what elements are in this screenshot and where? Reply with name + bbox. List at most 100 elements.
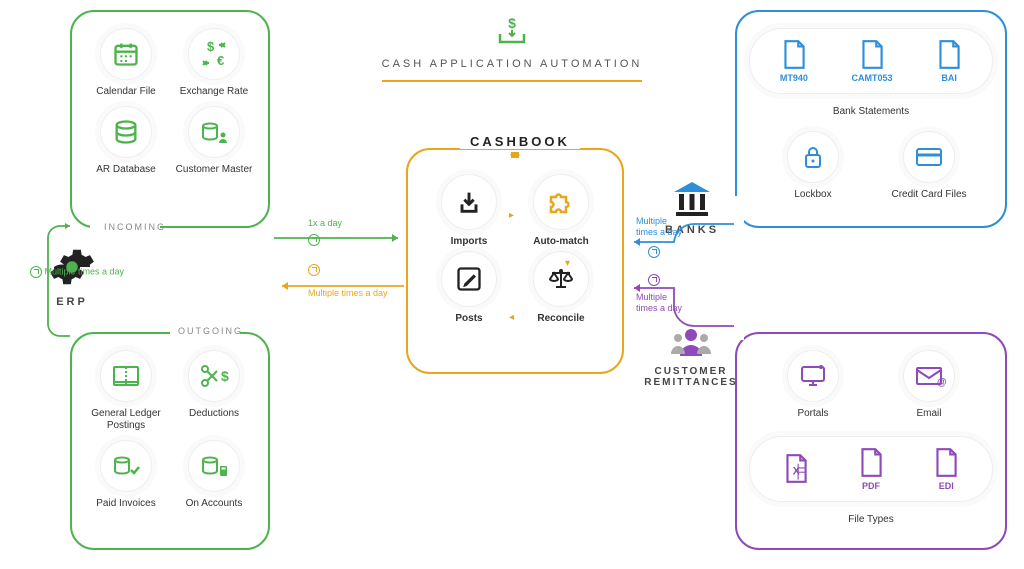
people-icon: [668, 324, 714, 360]
panel-remittances: Portals @ Email X PDF EDI File Types: [735, 332, 1007, 550]
tile-label: Paid Invoices: [96, 498, 155, 510]
tile-label: General Ledger Postings: [84, 408, 168, 432]
tile-customer-master: Customer Master: [172, 106, 256, 176]
file-label: MT940: [780, 73, 808, 83]
incoming-label: INCOMING: [104, 222, 166, 232]
erp-title: ERP: [56, 296, 88, 308]
scissors-dollar-icon: $: [199, 363, 229, 389]
clock-icon: [648, 274, 660, 286]
cashbook-posts: Posts: [424, 251, 514, 324]
flow-remit-label: Multiple times a day: [636, 292, 686, 314]
database-icon: [112, 118, 140, 146]
tile-label: Portals: [797, 408, 828, 420]
database-user-icon: [199, 118, 229, 146]
svg-text:$: $: [221, 368, 229, 384]
filetypes-label: File Types: [749, 514, 993, 525]
dollar-tray-icon: $: [494, 16, 530, 50]
tile-exchange-rate: $€ Exchange Rate: [172, 28, 256, 98]
bank-icon: [670, 178, 714, 218]
panel-banks: MT940 CAMT053 BAI Bank Statements Lockbo…: [735, 10, 1007, 228]
svg-text:@: @: [937, 377, 947, 388]
cashbook-reconcile: Reconcile: [516, 251, 606, 324]
exchange-icon: $€: [199, 39, 229, 69]
flow-erp-to-cashbook: [270, 228, 410, 248]
tile-credit-card: Credit Card Files: [879, 131, 979, 201]
file-icon: [781, 39, 807, 71]
tile-label: Email: [916, 408, 941, 420]
panel-erp-incoming: Calendar File $€ Exchange Rate AR Databa…: [70, 10, 270, 228]
calendar-icon: [112, 40, 140, 68]
tile-calendar-file: Calendar File: [84, 28, 168, 98]
tile-on-accounts: On Accounts: [172, 440, 256, 510]
file-label: CAMT053: [852, 73, 893, 83]
tile-email: @ Email: [879, 350, 979, 420]
credit-card-icon: [915, 147, 943, 167]
tile-paid-invoices: Paid Invoices: [84, 440, 168, 510]
tile-deductions: $ Deductions: [172, 350, 256, 432]
tile-lockbox: Lockbox: [763, 131, 863, 201]
tile-label: AR Database: [96, 164, 155, 176]
mail-icon: @: [915, 365, 943, 387]
file-label: EDI: [939, 481, 954, 491]
file-label: PDF: [862, 481, 880, 491]
header: $ CASH APPLICATION AUTOMATION: [362, 16, 662, 82]
panel-erp-outgoing: General Ledger Postings $ Deductions Pai…: [70, 332, 270, 550]
flow-cb-to-erp-label: Multiple times a day: [308, 288, 388, 299]
ledger-icon: [112, 364, 140, 388]
panel-cashbook: Imports Auto-match Posts Reconcile: [406, 148, 624, 374]
svg-text:$: $: [207, 39, 215, 54]
scales-icon: [546, 265, 576, 293]
clock-icon: [30, 266, 42, 278]
remit-title: CUSTOMER REMITTANCES: [636, 366, 746, 388]
tile-label: Imports: [451, 236, 488, 247]
clock-wrap: [648, 246, 660, 258]
file-icon: [933, 447, 959, 479]
puzzle-icon: [546, 187, 576, 217]
tile-label: Auto-match: [533, 236, 589, 247]
clock-wrap: [648, 274, 660, 286]
file-icon: [936, 39, 962, 71]
database-calc-icon: [199, 452, 229, 480]
filetypes-row: X PDF EDI: [749, 436, 993, 502]
database-check-icon: [111, 452, 141, 480]
edit-icon: [455, 265, 483, 293]
import-icon: [455, 188, 483, 216]
tile-label: Credit Card Files: [891, 189, 966, 201]
tile-label: Reconcile: [537, 313, 584, 324]
clock-wrap: [308, 264, 320, 276]
header-rule: [382, 80, 642, 82]
excel-file-icon: X: [783, 453, 809, 485]
file-icon: [858, 447, 884, 479]
tile-label: Customer Master: [176, 164, 253, 176]
cashbook-automatch: Auto-match: [516, 174, 606, 247]
flow-banks-label: Multiple times a day: [636, 216, 686, 238]
svg-text:X: X: [792, 465, 800, 477]
clock-icon: [308, 234, 320, 246]
tile-label: Exchange Rate: [180, 86, 248, 98]
svg-text:$: $: [508, 15, 516, 31]
tile-ar-database: AR Database: [84, 106, 168, 176]
tile-label: Posts: [455, 313, 482, 324]
outgoing-label: OUTGOING: [178, 326, 243, 336]
flow-erp-loop-label: Multiple times a day: [30, 266, 124, 278]
file-icon: [859, 39, 885, 71]
svg-text:€: €: [217, 53, 224, 68]
clock-icon: [308, 264, 320, 276]
bank-statements-row: MT940 CAMT053 BAI: [749, 28, 993, 94]
file-label: BAI: [941, 73, 957, 83]
clock-icon: [648, 246, 660, 258]
cashbook-title: CASHBOOK: [460, 134, 580, 149]
tile-label: Calendar File: [96, 86, 155, 98]
bank-statements-label: Bank Statements: [749, 106, 993, 117]
tile-label: Deductions: [189, 408, 239, 420]
tile-label: Lockbox: [794, 189, 831, 201]
cashbook-imports: Imports: [424, 174, 514, 247]
clock-wrap: [308, 234, 320, 246]
tile-portals: Portals: [763, 350, 863, 420]
flow-erp-to-cb-label: 1x a day: [308, 218, 342, 229]
header-title: CASH APPLICATION AUTOMATION: [382, 58, 643, 70]
monitor-icon: [799, 363, 827, 389]
tile-gl-postings: General Ledger Postings: [84, 350, 168, 432]
lock-icon: [801, 144, 825, 170]
tile-label: On Accounts: [186, 498, 243, 510]
